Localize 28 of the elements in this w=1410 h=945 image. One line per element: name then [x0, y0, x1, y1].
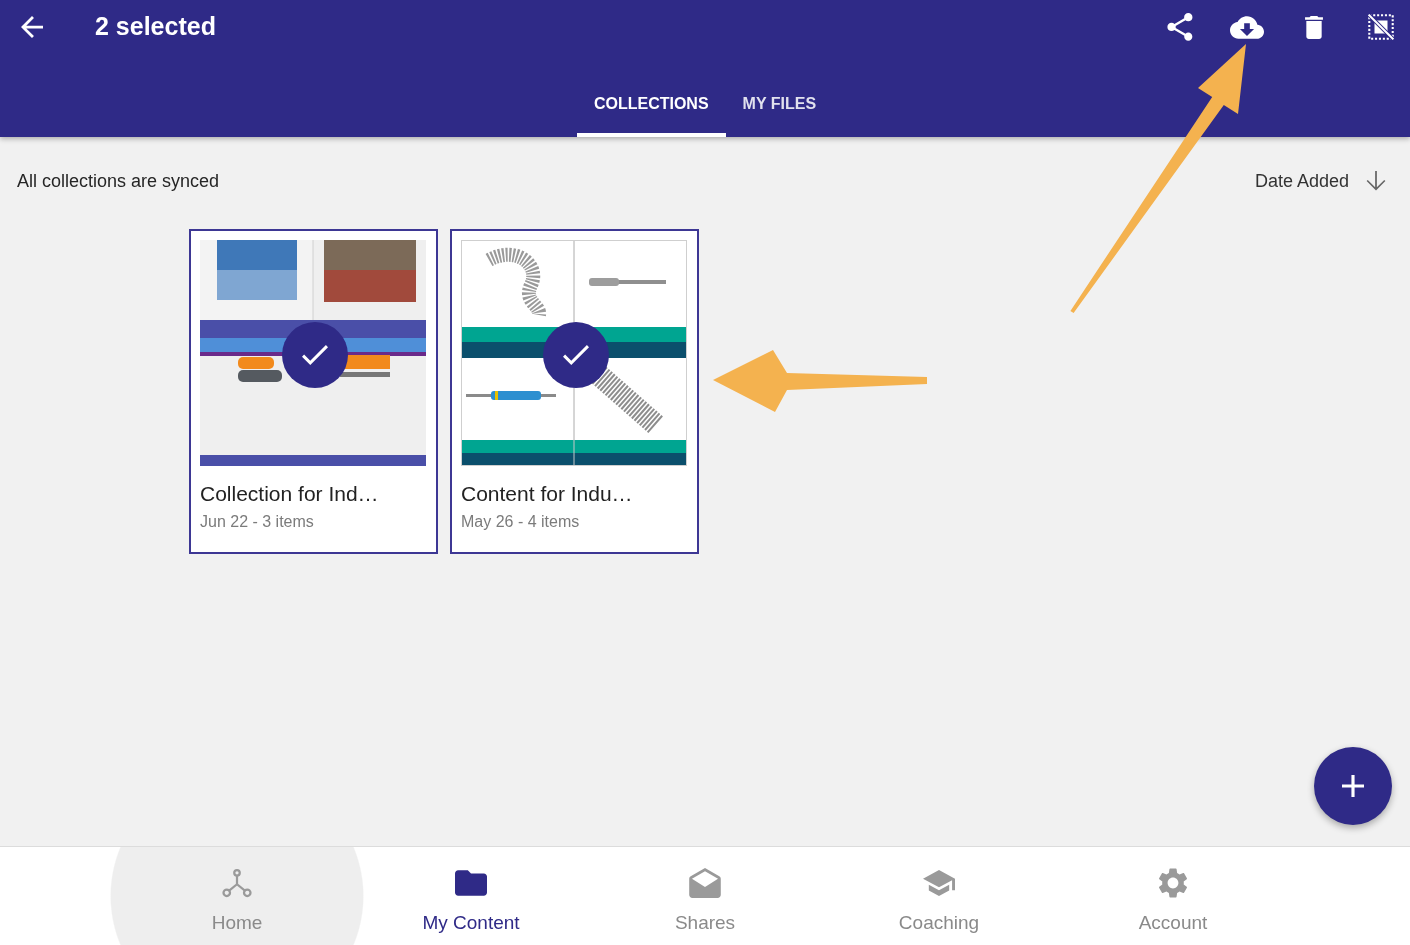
sort-button[interactable]: Date Added [1254, 169, 1386, 193]
trash-icon [1305, 15, 1323, 39]
nav-tab[interactable]: Shares [588, 847, 822, 945]
network-icon [221, 868, 253, 898]
arrow-down-icon [1366, 170, 1386, 192]
collection-meta: May 26 - 4 items [461, 512, 581, 531]
deselect-icon [1368, 14, 1394, 40]
collection-card[interactable]: Collection for Ind… Jun 22 - 3 items [189, 229, 438, 554]
sync-status-text: All collections are synced [17, 170, 220, 193]
nav-tab[interactable]: My Content [354, 847, 588, 945]
share-icon [1167, 13, 1193, 41]
tab[interactable]: COLLECTIONS [576, 71, 726, 137]
back-arrow-icon [21, 16, 43, 38]
selection-count-title: 2 selected [95, 11, 216, 43]
graduation-cap-icon [923, 868, 955, 898]
collection-card[interactable]: Content for Indu… May 26 - 4 items [450, 229, 699, 554]
collection-title: Content for Indu… [461, 481, 634, 506]
add-button[interactable] [1314, 747, 1392, 825]
nav-tab[interactable]: Account [1056, 847, 1290, 945]
nav-tab[interactable]: Coaching [822, 847, 1056, 945]
envelope-icon [689, 868, 721, 898]
collection-meta: Jun 22 - 3 items [200, 512, 315, 531]
collection-title: Collection for Ind… [200, 481, 380, 506]
cloud-download-icon [1230, 15, 1264, 39]
plus-icon [1342, 775, 1364, 797]
folder-icon [455, 868, 487, 898]
gear-icon [1157, 868, 1189, 898]
tab[interactable]: MY FILES [725, 71, 834, 137]
